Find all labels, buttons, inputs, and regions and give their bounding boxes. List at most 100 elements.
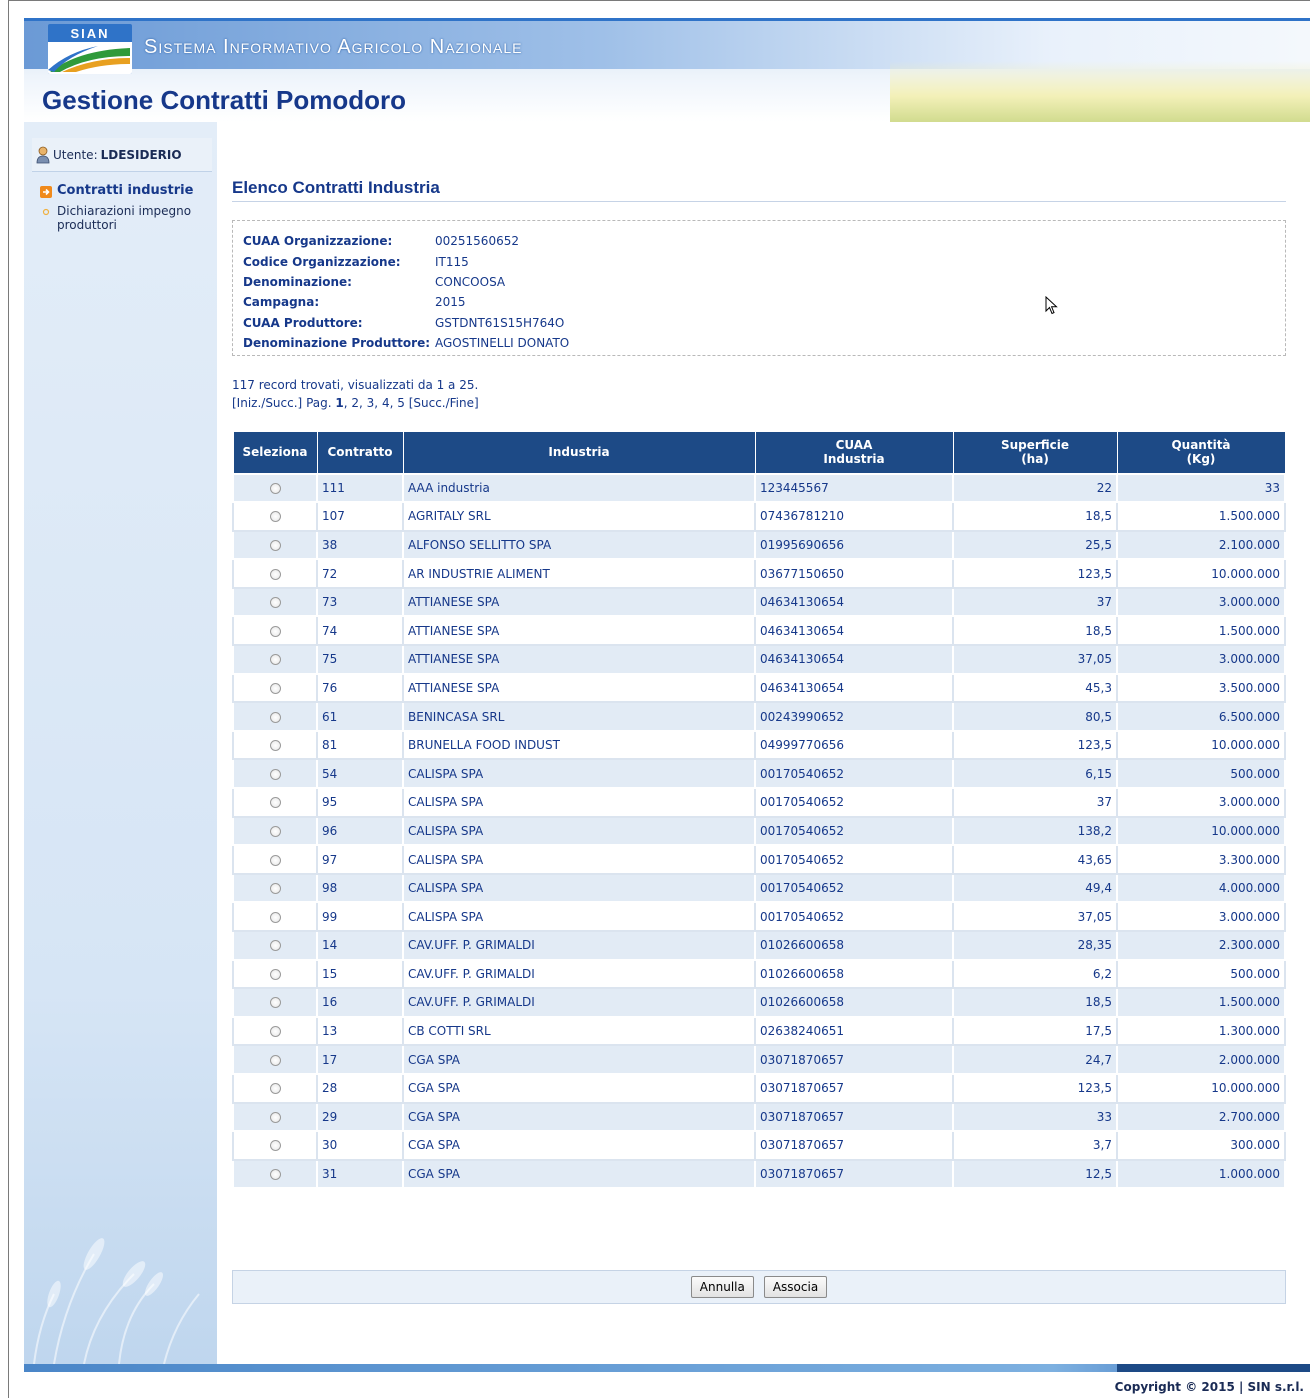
- field-decoration: [890, 61, 1310, 122]
- cell-industria: ATTIANESE SPA: [402, 615, 756, 647]
- cell-superficie: 138,2: [952, 815, 1118, 847]
- pager-label: Pag.: [306, 396, 332, 410]
- cell-contratto: 14: [316, 930, 404, 961]
- info-label: Denominazione Produttore:: [243, 336, 431, 351]
- sian-logo: SIAN: [48, 24, 132, 74]
- select-radio[interactable]: [269, 940, 281, 952]
- cell-contratto: 16: [316, 987, 404, 1018]
- select-radio[interactable]: [269, 1054, 281, 1066]
- select-radio[interactable]: [269, 740, 281, 752]
- select-radio[interactable]: [269, 883, 281, 895]
- select-radio[interactable]: [269, 854, 281, 866]
- select-radio[interactable]: [269, 711, 281, 723]
- cell-industria: CGA SPA: [402, 1101, 756, 1133]
- cell-superficie: 80,5: [952, 701, 1118, 732]
- cell-cuaa: 01995690656: [754, 529, 954, 561]
- cell-industria: CGA SPA: [402, 1158, 756, 1190]
- table-row[interactable]: 81 BRUNELLA FOOD INDUST 04999770656 123,5 10…: [232, 729, 1286, 761]
- cell-industria: CB COTTI SRL: [402, 1015, 756, 1047]
- table-row[interactable]: 54 CALISPA SPA 00170540652 6,15 500.000: [232, 758, 1286, 790]
- select-radio[interactable]: [269, 797, 281, 809]
- column-header-cuaa: CUAA Industria: [754, 431, 954, 474]
- table-row[interactable]: 97 CALISPA SPA 00170540652 43,65 3.300.000: [232, 844, 1286, 875]
- table-row[interactable]: 107 AGRITALY SRL 07436781210 18,5 1.500.000: [232, 501, 1286, 532]
- cell-seleziona: [232, 644, 318, 675]
- cell-contratto: 75: [316, 644, 404, 675]
- table-row[interactable]: 76 ATTIANESE SPA 04634130654 45,3 3.500.000: [232, 672, 1286, 704]
- wheat-decoration-icon: [33, 1238, 200, 1364]
- select-radio[interactable]: [269, 997, 281, 1009]
- table-row[interactable]: 111 AAA industria 123445567 22 33: [232, 472, 1286, 504]
- select-radio[interactable]: [269, 1083, 281, 1095]
- cell-superficie: 25,5: [952, 529, 1118, 561]
- cell-contratto: 74: [316, 615, 404, 647]
- select-radio[interactable]: [269, 768, 281, 780]
- table-row[interactable]: 61 BENINCASA SRL 00243990652 80,5 6.500.000: [232, 701, 1286, 732]
- info-value: CONCOOSA: [435, 274, 506, 289]
- table-row[interactable]: 74 ATTIANESE SPA 04634130654 18,5 1.500.000: [232, 615, 1286, 647]
- cell-contratto: 31: [316, 1158, 404, 1190]
- table-row[interactable]: 29 CGA SPA 03071870657 33 2.700.000: [232, 1101, 1286, 1133]
- table-row[interactable]: 14 CAV.UFF. P. GRIMALDI 01026600658 28,35 2.…: [232, 930, 1286, 961]
- pager-page-2[interactable]: 2: [351, 396, 359, 410]
- cell-seleziona: [232, 844, 318, 875]
- table-row[interactable]: 38 ALFONSO SELLITTO SPA 01995690656 25,5 2.1…: [232, 529, 1286, 561]
- pager-page-5[interactable]: 5: [397, 396, 405, 410]
- pager-next-last[interactable]: [Succ./Fine]: [409, 396, 479, 410]
- table-row[interactable]: 13 CB COTTI SRL 02638240651 17,5 1.300.000: [232, 1015, 1286, 1047]
- select-radio[interactable]: [269, 1111, 281, 1123]
- menu-item-contratti-industrie[interactable]: Contratti industrie: [40, 184, 215, 198]
- cell-industria: CALISPA SPA: [402, 787, 756, 818]
- table-row[interactable]: 96 CALISPA SPA 00170540652 138,2 10.000.000: [232, 815, 1286, 847]
- table-row[interactable]: 73 ATTIANESE SPA 04634130654 37 3.000.000: [232, 586, 1286, 618]
- table-row[interactable]: 17 CGA SPA 03071870657 24,7 2.000.000: [232, 1044, 1286, 1075]
- table-row[interactable]: 28 CGA SPA 03071870657 123,5 10.000.000: [232, 1072, 1286, 1104]
- info-label: Campagna:: [243, 295, 320, 310]
- select-radio[interactable]: [269, 482, 281, 494]
- select-radio[interactable]: [269, 682, 281, 694]
- cancel-button[interactable]: Annulla: [690, 1276, 754, 1298]
- select-radio[interactable]: [269, 911, 281, 923]
- cell-industria: AGRITALY SRL: [402, 501, 756, 532]
- select-radio[interactable]: [269, 625, 281, 637]
- select-radio[interactable]: [269, 568, 281, 580]
- select-radio[interactable]: [269, 511, 281, 523]
- cell-quantita: 1.500.000: [1116, 615, 1286, 647]
- table-row[interactable]: 16 CAV.UFF. P. GRIMALDI 01026600658 18,5 1.5…: [232, 987, 1286, 1018]
- cell-industria: BENINCASA SRL: [402, 701, 756, 732]
- cell-superficie: 18,5: [952, 501, 1118, 532]
- table-row[interactable]: 95 CALISPA SPA 00170540652 37 3.000.000: [232, 787, 1286, 818]
- cell-cuaa: 02638240651: [754, 1015, 954, 1047]
- table-row[interactable]: 31 CGA SPA 03071870657 12,5 1.000.000: [232, 1158, 1286, 1190]
- cell-superficie: 37: [952, 787, 1118, 818]
- select-radio[interactable]: [269, 1169, 281, 1181]
- select-radio[interactable]: [269, 654, 281, 666]
- cell-contratto: 72: [316, 558, 404, 589]
- table-row[interactable]: 15 CAV.UFF. P. GRIMALDI 01026600658 6,2 500.…: [232, 958, 1286, 990]
- table-row[interactable]: 98 CALISPA SPA 00170540652 49,4 4.000.000: [232, 872, 1286, 904]
- cell-seleziona: [232, 558, 318, 589]
- footer-bar-accent: [1117, 1364, 1310, 1372]
- table-row[interactable]: 72 AR INDUSTRIE ALIMENT 03677150650 123,5 10…: [232, 558, 1286, 589]
- cell-quantita: 2.000.000: [1116, 1044, 1286, 1075]
- select-radio[interactable]: [269, 1026, 281, 1038]
- pager-first-prev[interactable]: [Iniz./Succ.]: [232, 396, 302, 410]
- associate-button[interactable]: Associa: [763, 1276, 828, 1298]
- table-row[interactable]: 99 CALISPA SPA 00170540652 37,05 3.000.000: [232, 901, 1286, 932]
- menu-item-dichiarazioni[interactable]: Dichiarazioni impegno produttori: [40, 204, 215, 232]
- select-radio[interactable]: [269, 825, 281, 837]
- cell-contratto: 98: [316, 872, 404, 904]
- pager-page-4[interactable]: 4: [382, 396, 390, 410]
- pager-page-3[interactable]: 3: [367, 396, 375, 410]
- select-radio[interactable]: [269, 968, 281, 980]
- header-line: Quantità: [1171, 438, 1231, 453]
- select-radio[interactable]: [269, 539, 281, 551]
- info-value: AGOSTINELLI DONATO: [435, 336, 570, 351]
- info-row: Campagna: 2015: [243, 292, 1275, 312]
- cell-industria: ALFONSO SELLITTO SPA: [402, 529, 756, 561]
- table-row[interactable]: 75 ATTIANESE SPA 04634130654 37,05 3.000.000: [232, 644, 1286, 675]
- select-radio[interactable]: [269, 597, 281, 609]
- table-row[interactable]: 30 CGA SPA 03071870657 3,7 300.000: [232, 1130, 1286, 1161]
- select-radio[interactable]: [269, 1140, 281, 1152]
- cell-contratto: 61: [316, 701, 404, 732]
